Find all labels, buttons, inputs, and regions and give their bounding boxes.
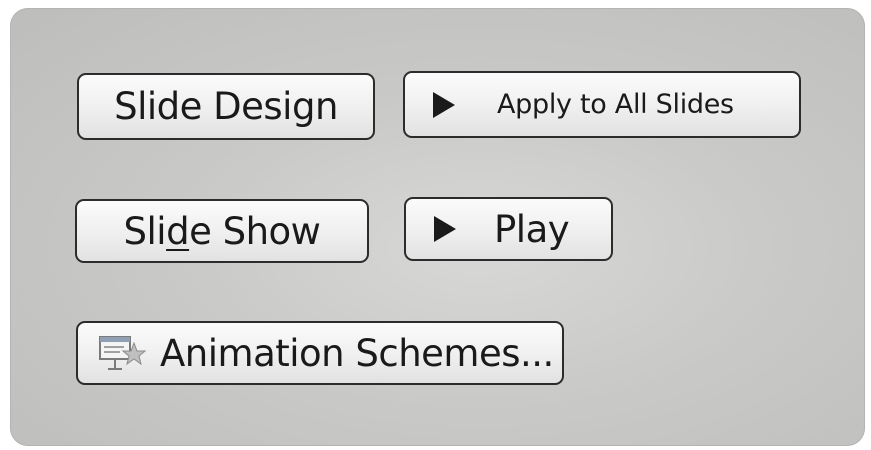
apply-to-all-slides-label: Apply to All Slides <box>497 89 734 120</box>
slide-show-label: Slide Show <box>124 210 321 253</box>
slide-design-label: Slide Design <box>114 85 338 128</box>
slide-show-label-post: e Show <box>189 209 321 253</box>
play-triangle-icon <box>434 216 456 242</box>
animation-schemes-icon <box>96 331 147 375</box>
play-label: Play <box>494 207 570 251</box>
slide-show-accelerator-key: d <box>166 209 190 253</box>
play-button[interactable]: Play <box>404 197 613 261</box>
slide-show-label-pre: Sli <box>123 209 167 253</box>
apply-to-all-slides-button[interactable]: Apply to All Slides <box>403 71 801 138</box>
button-panel: Slide Design Apply to All Slides Slide S… <box>10 8 865 446</box>
slide-design-button[interactable]: Slide Design <box>77 73 375 140</box>
animation-schemes-button[interactable]: Animation Schemes... <box>76 321 564 385</box>
play-triangle-icon <box>433 91 455 118</box>
slide-show-button[interactable]: Slide Show <box>75 199 369 263</box>
animation-schemes-label: Animation Schemes... <box>160 331 554 375</box>
